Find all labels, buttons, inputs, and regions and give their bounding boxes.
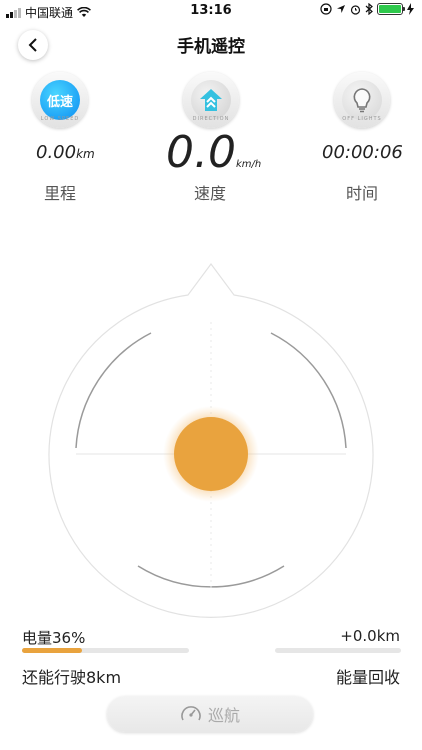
page-title: 手机遥控 [177,37,245,57]
status-bar: 中国联通 13:16 [0,0,422,22]
speed-label: 速度 [193,184,226,203]
mileage-label: 里程 [43,184,76,203]
direction-button[interactable]: DIRECTION [183,72,239,128]
speed-value: 0.0 [166,127,236,178]
status-right [320,3,414,15]
low-speed-button[interactable]: 低速 LOW SPEED [32,72,88,128]
cruise-label: 巡航 [207,706,240,725]
lights-sub: OFF LIGHTS [342,116,382,122]
elapsed-time-value: 00:00:06 [322,142,403,163]
mileage-value: 0.00 [36,142,77,163]
lights-button[interactable]: OFF LIGHTS [334,72,390,128]
energy-bar [275,648,401,653]
charging-icon [407,3,414,15]
speed-unit: km/h [235,159,262,170]
energy-recovery-value: +0.0km [340,627,400,645]
direction-sub: DIRECTION [192,116,230,122]
bluetooth-icon [365,3,373,15]
direction-icon [200,89,222,111]
energy-recovery-label: 能量回收 [335,668,400,687]
battery-icon [377,3,405,15]
joystick-graphic [48,262,374,618]
navigation-bar: 手机遥控 [0,26,422,62]
joystick-knob [174,417,248,491]
mileage-unit: km [76,147,95,161]
bulb-icon [353,88,371,113]
alarm-icon [350,4,361,15]
speedometer-icon [181,706,201,721]
battery-bar [22,648,189,653]
speed-mode-label: 低速 [40,80,80,120]
battery-label: 电量36% [22,629,86,647]
joystick-pad[interactable] [0,258,422,618]
speed-mode-sub: LOW SPEED [40,116,80,122]
cruise-button[interactable]: 巡航 [107,696,313,732]
location-icon [337,5,345,13]
mileage-value-group: 0.00km [36,142,95,163]
battery-bar-fill [22,648,83,653]
time-label: 时间 [345,184,378,203]
orientation-lock-icon [320,3,332,15]
remaining-range: 还能行驶8km [22,668,122,687]
